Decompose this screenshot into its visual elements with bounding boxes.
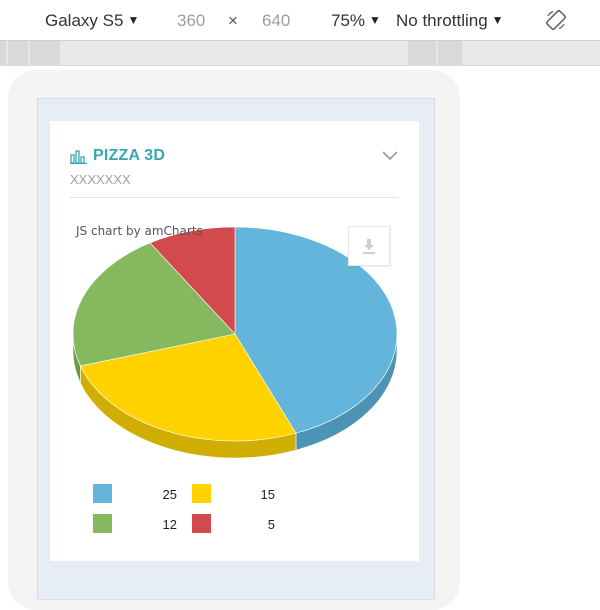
chart-legend: 25 15 12 5 xyxy=(93,484,293,534)
ruler-segment xyxy=(408,41,436,65)
ruler-segment xyxy=(30,41,60,65)
device-name: Galaxy S5 xyxy=(45,11,124,30)
throttle-caret-icon: ▼ xyxy=(491,13,504,27)
card-header: PIZZA 3D XXXXXXX xyxy=(70,145,398,198)
legend-value: 25 xyxy=(162,487,177,502)
zoom-value: 75% xyxy=(331,11,366,30)
card-title: PIZZA 3D xyxy=(93,147,166,164)
zoom-caret-icon: ▼ xyxy=(369,13,381,27)
card-title-row: PIZZA 3D xyxy=(70,147,165,165)
media-query-ruler xyxy=(0,41,600,66)
device-toolbar: Galaxy S5 ▼ 360 × 640 75% ▼ No throttling ▼ xyxy=(0,0,600,41)
chart-credit[interactable]: JS chart by amCharts xyxy=(76,224,203,238)
device-select[interactable]: Galaxy S5 ▼ xyxy=(45,11,139,31)
legend-value: 12 xyxy=(162,517,177,532)
ruler-segment xyxy=(438,41,462,65)
legend-swatch xyxy=(192,484,211,503)
export-button[interactable] xyxy=(348,226,390,266)
legend-swatch xyxy=(93,514,112,533)
legend-swatch xyxy=(192,514,211,533)
bar-chart-icon xyxy=(70,150,87,164)
device-caret-icon: ▼ xyxy=(127,13,140,27)
card-subtitle: XXXXXXX xyxy=(70,172,131,187)
rotate-icon[interactable] xyxy=(545,9,567,31)
download-icon xyxy=(363,239,375,254)
zoom-select[interactable]: 75% ▼ xyxy=(331,11,381,31)
ruler-segment xyxy=(0,41,6,65)
legend-value: 15 xyxy=(260,487,275,502)
throttle-value: No throttling xyxy=(396,11,488,30)
chevron-down-icon[interactable] xyxy=(382,151,398,161)
throttle-select[interactable]: No throttling ▼ xyxy=(396,11,504,31)
legend-value: 5 xyxy=(267,517,275,532)
height-input[interactable]: 640 xyxy=(262,11,290,31)
ruler-segment xyxy=(8,41,28,65)
width-input[interactable]: 360 xyxy=(177,11,205,31)
legend-swatch xyxy=(93,484,112,503)
dimension-separator: × xyxy=(228,11,238,30)
